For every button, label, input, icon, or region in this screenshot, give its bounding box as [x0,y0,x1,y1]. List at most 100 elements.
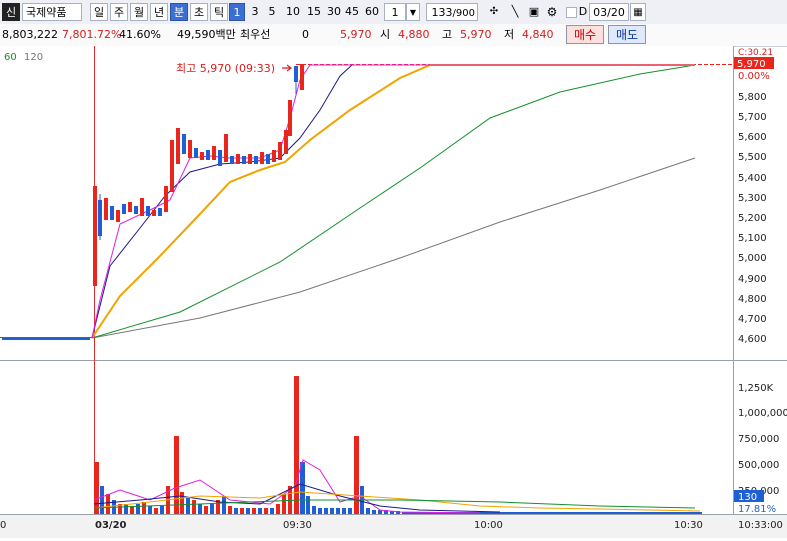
volume-bar [210,504,214,514]
change-rate: 41.60% [119,28,161,41]
candle-up [140,198,144,216]
interval-1-button[interactable]: 1 [229,3,245,21]
chevron-down-icon[interactable]: ▼ [406,3,420,21]
period-second-button[interactable]: 초 [190,3,208,21]
time-tick-current: 10:33:00 [738,520,783,531]
candle-up [152,210,156,216]
volume-bar [186,498,190,514]
priority-value: 0 [302,28,309,41]
volume-bar [258,508,262,514]
volume-bar [94,462,99,514]
price-tick: 5,800 [738,92,767,103]
calendar-icon[interactable]: ▦ [630,3,646,21]
legend-ma120: 120 [24,52,43,63]
volume-bar [160,506,164,514]
volume-bar [240,508,244,514]
candle-up [284,130,288,154]
price-volume-chart: 60 120 5,800 5,700 5,600 5,500 5,400 5,3… [0,46,787,538]
interval-10-button[interactable]: 10 [283,3,303,21]
candle-up [200,152,204,160]
volume-bar [204,506,208,514]
volume-bar [264,508,268,514]
price-panel [0,46,733,360]
volume-bar [154,508,158,514]
volume-bar [312,506,316,514]
interval-30-button[interactable]: 30 [324,3,344,21]
period-month-button[interactable]: 월 [130,3,148,21]
price-tick: 5,600 [738,132,767,143]
volume-bar [306,496,310,514]
volume-percent: 17.81% [738,504,776,515]
candle-down [194,148,198,158]
quote-info-bar: 8,803,222 7,801.72% 41.60% 49,590백만 최우선 … [0,24,787,47]
volume-bar [336,508,340,514]
volume-change-rate: 7,801.72% [62,28,122,41]
volume-bar [300,462,305,514]
high-value: 5,970 [460,28,492,41]
volume-tick: 500,000 [738,460,779,471]
volume-bar [276,504,280,514]
legend-ma60: 60 [4,52,17,63]
interval-60-button[interactable]: 60 [362,3,382,21]
data-count-field[interactable]: 133/900 [426,3,478,21]
pre-open-candles [0,337,92,340]
candle-down [110,206,114,220]
volume-tick: 750,000 [738,434,779,445]
crosshair-icon[interactable]: ✣ [486,3,502,21]
interval-input[interactable]: 1 [384,3,406,21]
price-tick: 4,800 [738,294,767,305]
candle-up [248,154,252,164]
price-tick: 5,300 [738,193,767,204]
volume-ma5-line [93,459,481,514]
date-field[interactable]: 03/20 [589,3,629,21]
candle-up [236,154,240,164]
market-prefix-badge[interactable]: 신 [2,3,20,21]
high-label: 고 [442,28,453,41]
stock-name-field[interactable]: 국제약품 [22,3,82,21]
candle-down [294,66,298,82]
interval-15-button[interactable]: 15 [304,3,324,21]
d-checkbox[interactable] [566,7,577,18]
open-label: 시 [380,28,391,41]
volume-bar [318,508,322,514]
candle-down [230,156,234,164]
period-day-button[interactable]: 일 [90,3,108,21]
candle-up [224,134,228,162]
volume-tick: 1,000,000 [738,408,787,419]
candle-up [212,146,216,160]
volume-bar [100,486,104,514]
time-tick-date: 03/20 [95,520,127,531]
d-checkbox-label: D [578,5,588,18]
interval-5-button[interactable]: 5 [264,3,280,21]
candle-up [170,140,174,192]
low-label: 저 [504,28,515,41]
volume-bar [324,508,328,514]
total-volume: 8,803,222 [2,28,58,41]
gear-icon[interactable]: ⚙ [544,3,560,21]
period-tick-button[interactable]: 틱 [210,3,228,21]
volume-bar [106,494,110,514]
volume-bar [174,436,179,514]
period-week-button[interactable]: 주 [110,3,128,21]
volume-bar [142,502,146,514]
volume-bar [372,510,376,514]
interval-45-button[interactable]: 45 [342,3,362,21]
candle-down [134,206,138,214]
price-tick: 5,500 [738,152,767,163]
draw-line-icon[interactable]: ╲ [506,3,524,21]
volume-bar [192,500,196,514]
candle-down [206,150,210,160]
candle-down [98,200,102,236]
buy-button[interactable]: 매수 [566,25,604,44]
period-year-button[interactable]: 년 [150,3,168,21]
period-minute-button[interactable]: 분 [170,3,188,21]
volume-bar [124,504,128,514]
candle-down [266,154,270,164]
interval-3-button[interactable]: 3 [247,3,263,21]
price-tick: 5,000 [738,253,767,264]
data-count-max: /900 [452,8,475,19]
save-icon[interactable]: ▣ [526,3,542,21]
volume-bars [94,376,702,514]
sell-button[interactable]: 매도 [608,25,646,44]
candle-up [300,64,304,90]
